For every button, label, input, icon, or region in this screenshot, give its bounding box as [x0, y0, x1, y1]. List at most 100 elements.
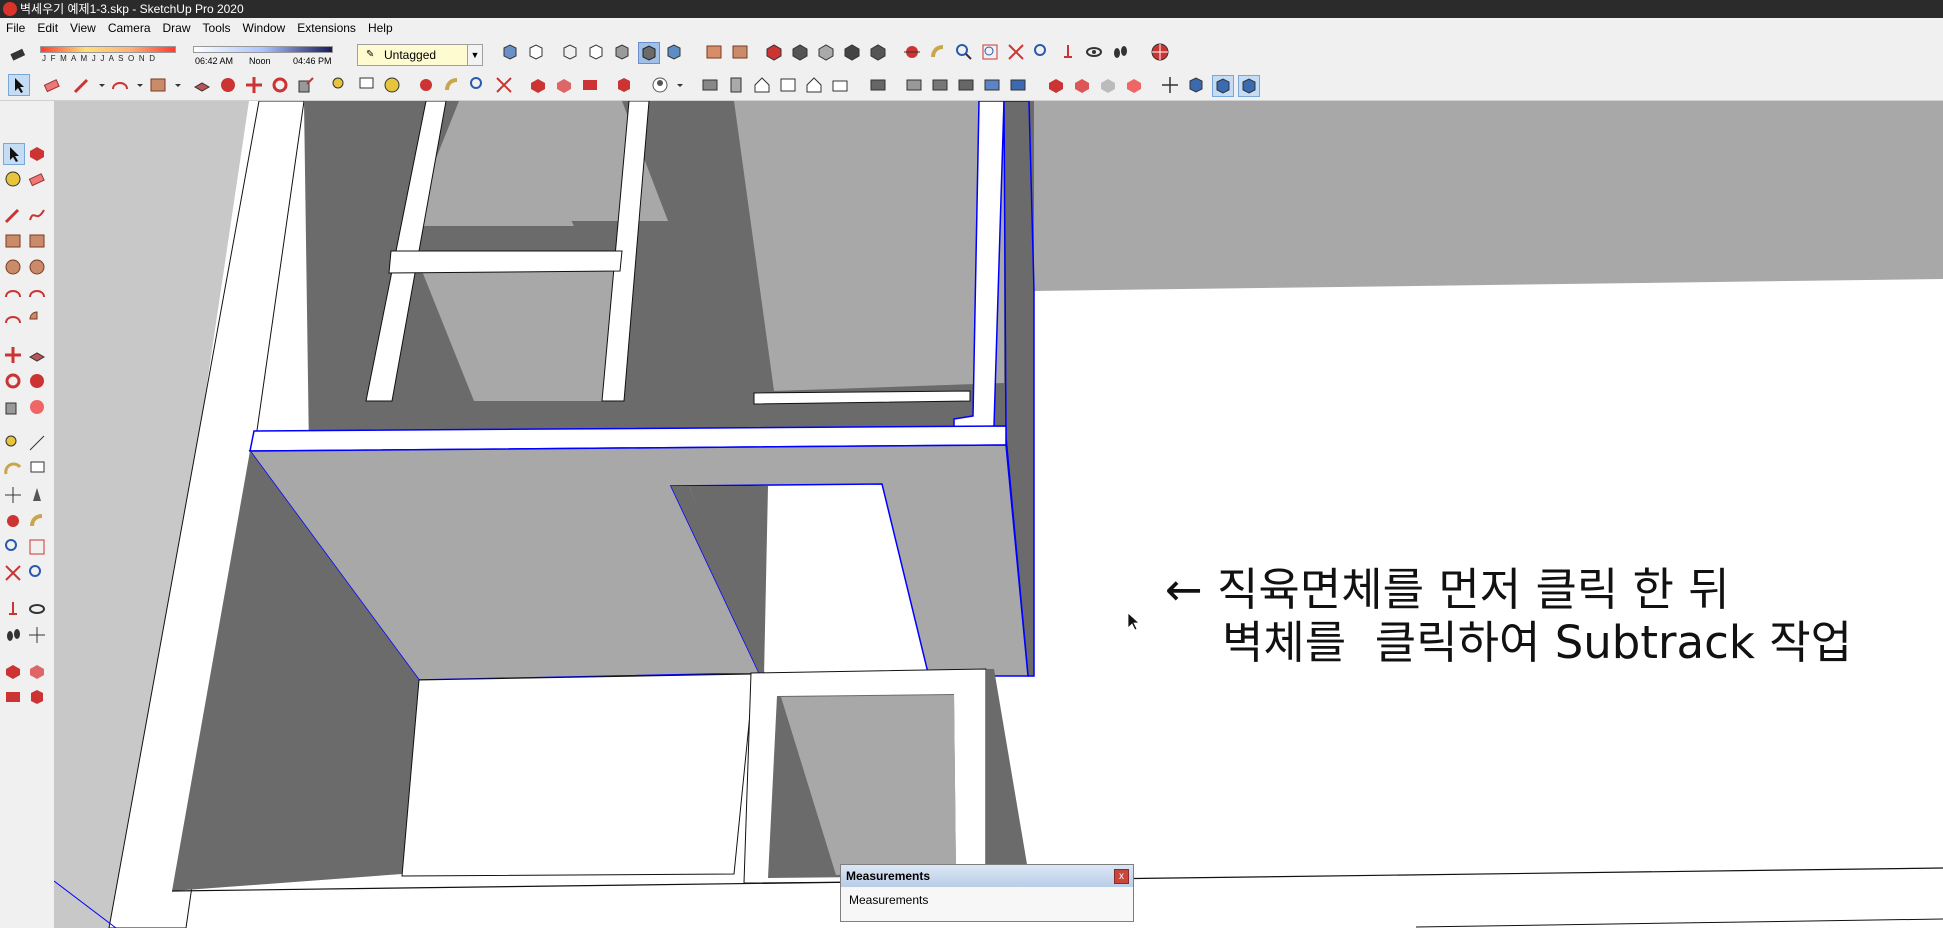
freehand-icon[interactable]	[27, 205, 47, 225]
chevron-down-icon[interactable]	[130, 75, 143, 95]
menu-camera[interactable]: Camera	[102, 18, 157, 38]
menu-view[interactable]: View	[64, 18, 102, 38]
line-tool-icon[interactable]	[72, 75, 92, 95]
section-plane-left-icon[interactable]	[27, 625, 47, 645]
monochrome-icon[interactable]	[664, 42, 684, 62]
menu-edit[interactable]: Edit	[31, 18, 64, 38]
zoom-extents-icon[interactable]	[1006, 42, 1026, 62]
shadow-date-bar[interactable]	[40, 46, 176, 53]
zoom-extents-left-icon[interactable]	[3, 563, 23, 583]
axes-left-icon[interactable]	[3, 485, 23, 505]
intersect-icon[interactable]	[726, 75, 746, 95]
shadow-date-slider[interactable]: J F M A M J J A S O N D	[40, 42, 180, 68]
shadow-time-slider[interactable]: 06:42 AM Noon 04:46 PM	[193, 42, 333, 68]
ext-warehouse-left-icon[interactable]	[27, 661, 47, 681]
right-view-icon[interactable]	[842, 42, 862, 62]
rotate-icon[interactable]	[270, 75, 290, 95]
section-display-icon[interactable]	[730, 42, 750, 62]
menu-help[interactable]: Help	[362, 18, 399, 38]
two-point-arc-icon[interactable]	[27, 283, 47, 303]
push-pull-left-icon[interactable]	[27, 345, 47, 365]
position-camera-icon[interactable]	[1058, 42, 1078, 62]
sandbox-drape-icon[interactable]	[956, 75, 976, 95]
orbit-icon[interactable]	[902, 42, 922, 62]
xray-icon[interactable]	[500, 42, 520, 62]
extension-manager-icon[interactable]	[614, 75, 634, 95]
polygon-icon[interactable]	[27, 257, 47, 277]
follow-me-icon[interactable]	[218, 75, 238, 95]
look-around-icon[interactable]	[1084, 42, 1104, 62]
menu-file[interactable]: File	[0, 18, 31, 38]
rotate-left-icon[interactable]	[3, 371, 23, 391]
text-left-icon[interactable]	[27, 459, 47, 479]
position-camera-left-icon[interactable]	[3, 599, 23, 619]
zoom-left-icon[interactable]	[3, 537, 23, 557]
section-cut-icon[interactable]	[1186, 75, 1206, 95]
section-planes-icon[interactable]	[1212, 75, 1234, 97]
pan-tool-icon[interactable]	[442, 75, 462, 95]
previous-left-icon[interactable]	[27, 563, 47, 583]
shaded-icon[interactable]	[612, 42, 632, 62]
move-left-icon[interactable]	[3, 345, 23, 365]
eraser-tool-icon[interactable]	[42, 75, 62, 95]
protractor-icon[interactable]	[3, 459, 23, 479]
menu-draw[interactable]: Draw	[157, 18, 197, 38]
zoom-tool-icon[interactable]	[468, 75, 488, 95]
outer-shell-icon[interactable]	[700, 75, 720, 95]
walk-left-icon[interactable]	[3, 625, 23, 645]
text-tool-icon[interactable]	[356, 75, 376, 95]
paint-bucket-icon[interactable]	[382, 75, 402, 95]
3d-text-icon[interactable]	[27, 485, 47, 505]
close-icon[interactable]: x	[1114, 869, 1129, 884]
wireframe-icon[interactable]	[560, 42, 580, 62]
interact-icon[interactable]	[1124, 75, 1144, 95]
arc-tool-icon[interactable]	[110, 75, 130, 95]
measurements-field[interactable]: Measurements	[841, 887, 1133, 913]
solid-tools-icon[interactable]	[868, 75, 888, 95]
pan-icon[interactable]	[928, 42, 948, 62]
top-view-icon[interactable]	[790, 42, 810, 62]
axes-icon[interactable]	[1160, 75, 1180, 95]
zoom-extents-tool-icon[interactable]	[494, 75, 514, 95]
pan-left-icon[interactable]	[27, 511, 47, 531]
split-icon[interactable]	[830, 75, 850, 95]
select-tool-icon[interactable]	[3, 143, 25, 165]
walk-icon[interactable]	[1110, 42, 1130, 62]
chevron-down-icon[interactable]: ▼	[467, 45, 482, 65]
menu-window[interactable]: Window	[237, 18, 292, 38]
front-view-icon[interactable]	[816, 42, 836, 62]
ext-manager-left-icon[interactable]	[27, 687, 47, 707]
scale-icon[interactable]	[296, 75, 316, 95]
shaded-textures-icon[interactable]	[638, 42, 660, 64]
orbit-tool-icon[interactable]	[416, 75, 436, 95]
make-component-icon[interactable]	[27, 143, 47, 163]
chevron-down-icon[interactable]	[168, 75, 181, 95]
chevron-down-icon[interactable]	[92, 75, 105, 95]
trim-icon[interactable]	[804, 75, 824, 95]
layout-left-icon[interactable]	[3, 687, 23, 707]
offset-icon[interactable]	[27, 397, 47, 417]
orbit-left-icon[interactable]	[3, 511, 23, 531]
paint-tool-icon[interactable]	[3, 169, 23, 189]
sandbox-smoove-icon[interactable]	[904, 75, 924, 95]
rectangle-left-icon[interactable]	[3, 231, 23, 251]
user-account-icon[interactable]	[650, 75, 670, 95]
extension-warehouse-icon[interactable]	[554, 75, 574, 95]
layout-send-icon[interactable]	[580, 75, 600, 95]
menu-tools[interactable]: Tools	[197, 18, 237, 38]
tag-selector[interactable]: ✎ Untagged ▼	[357, 44, 483, 66]
subtract-icon[interactable]	[778, 75, 798, 95]
scale-left-icon[interactable]	[3, 397, 23, 417]
component-attributes-icon[interactable]	[1098, 75, 1118, 95]
three-point-arc-icon[interactable]	[3, 309, 23, 329]
rectangle-tool-icon[interactable]	[148, 75, 168, 95]
push-pull-icon[interactable]	[192, 75, 212, 95]
dimension-icon[interactable]	[27, 433, 47, 453]
chevron-down-icon[interactable]	[670, 75, 683, 95]
pie-icon[interactable]	[27, 309, 47, 329]
section-plane-icon[interactable]	[704, 42, 724, 62]
dynamic-component-icon[interactable]	[1046, 75, 1066, 95]
sandbox-detail-icon[interactable]	[982, 75, 1002, 95]
tape-measure-icon[interactable]	[330, 75, 350, 95]
shadow-time-bar[interactable]	[193, 46, 333, 53]
